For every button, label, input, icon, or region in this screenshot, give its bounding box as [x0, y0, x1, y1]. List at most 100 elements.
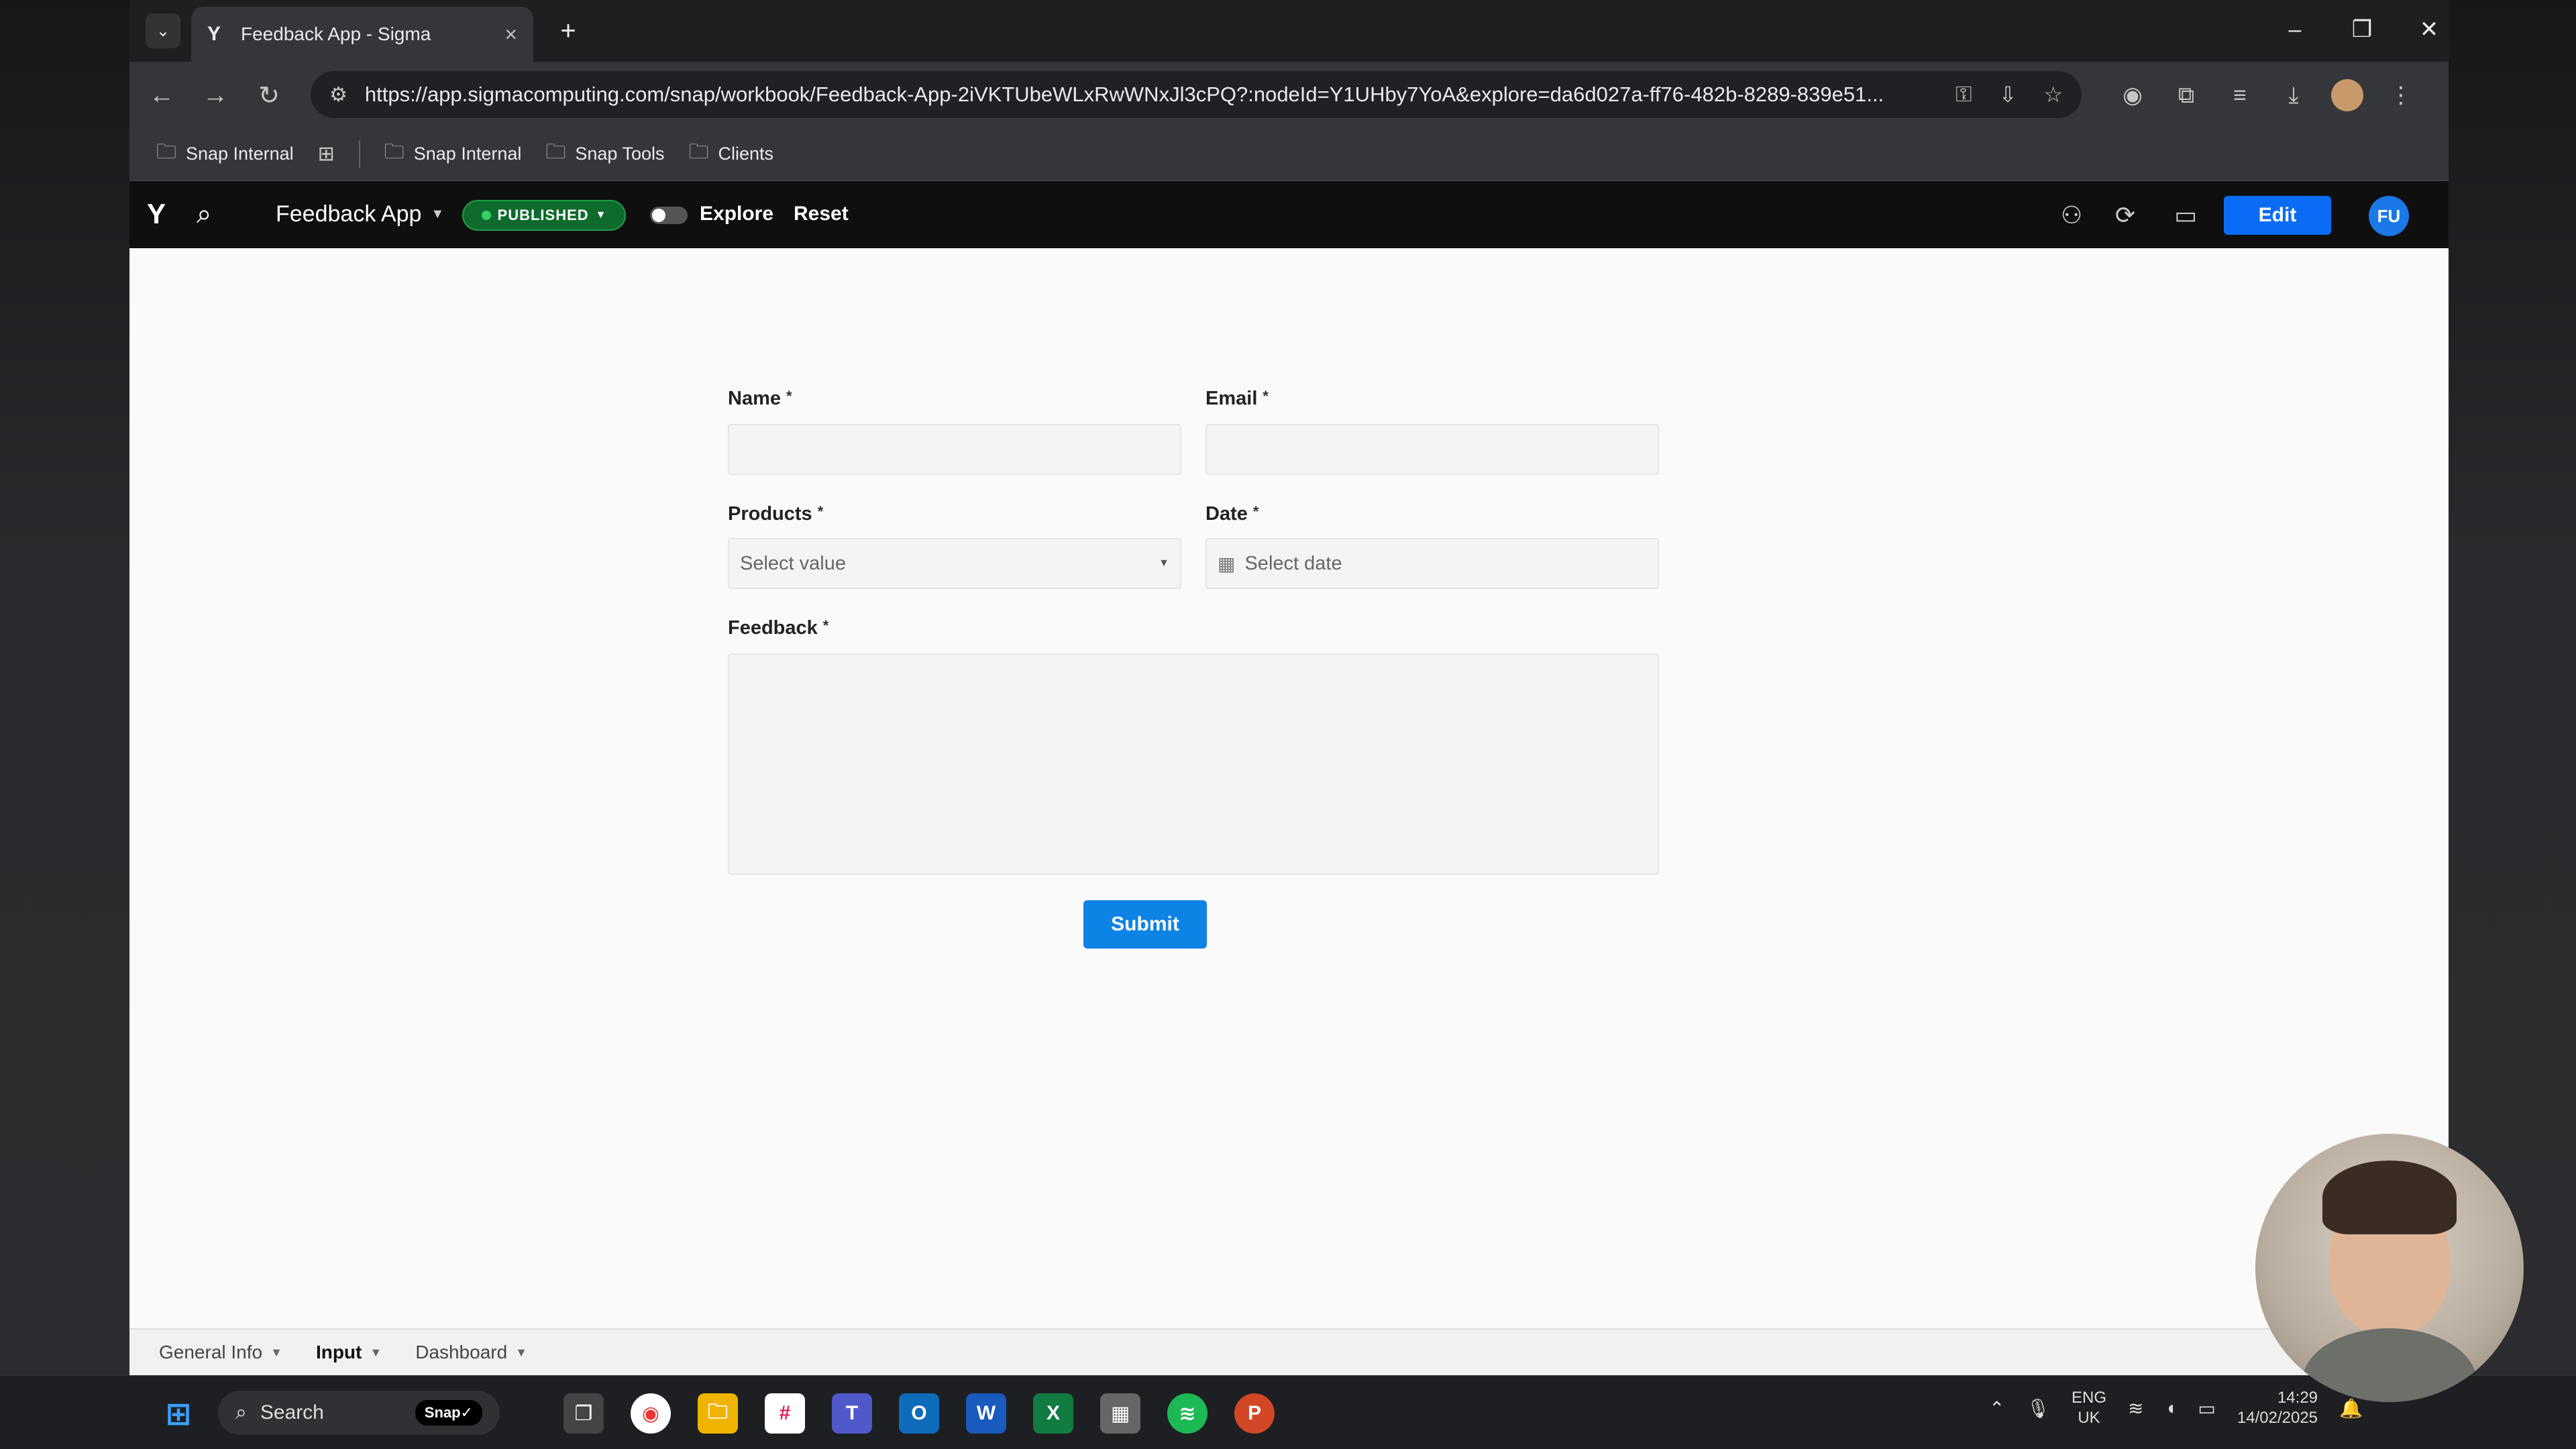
url-text[interactable]: https://app.sigmacomputing.com/snap/work…: [365, 83, 1935, 107]
submit-button[interactable]: Submit: [1083, 900, 1207, 949]
windows-taskbar: ⊞ ⌕ Search Snap✓ ❐ ◉ 🗀 # T O W X ▦ ≋ P ⌃…: [0, 1375, 2576, 1449]
avatar: [2331, 79, 2363, 111]
comment-icon[interactable]: ▭: [2169, 199, 2202, 232]
install-app-icon[interactable]: ⇩: [1999, 82, 2017, 107]
products-label: Products *: [728, 503, 824, 525]
task-view-icon[interactable]: ❐: [564, 1393, 604, 1434]
bookmarks-bar: 🗀 Snap Internal ⊞ 🗀 Snap Internal 🗀 Snap To…: [129, 127, 2449, 181]
email-input[interactable]: [1205, 424, 1659, 475]
browser-window: ⌄ Y Feedback App - Sigma × + – ❐ ✕ ← → ↻…: [129, 0, 2449, 1375]
folder-icon: 🗀: [545, 141, 566, 163]
browser-tabstrip: ⌄ Y Feedback App - Sigma × + – ❐ ✕: [129, 0, 2449, 62]
puzzle-icon[interactable]: ⧉: [2169, 78, 2204, 113]
close-window-button[interactable]: ✕: [2409, 11, 2449, 48]
windows-start-icon[interactable]: ⊞: [158, 1393, 199, 1434]
reset-button[interactable]: Reset: [794, 203, 849, 225]
language-indicator[interactable]: ENG UK: [2072, 1388, 2106, 1428]
apps-grid-icon[interactable]: ⊞: [318, 142, 335, 166]
profile-button[interactable]: [2330, 78, 2365, 113]
folder-icon: 🗀: [156, 141, 176, 163]
bookmark-snap-internal[interactable]: 🗀 Snap Internal: [156, 137, 294, 171]
workbook-canvas: Name * Email * Products * Select value ▼ Da…: [129, 248, 2449, 1328]
spotify-icon[interactable]: ≋: [1167, 1393, 1208, 1434]
email-label: Email *: [1205, 388, 1269, 409]
chrome-icon[interactable]: ◉: [631, 1393, 671, 1434]
extension-icon[interactable]: ◉: [2115, 78, 2150, 113]
name-input[interactable]: [728, 424, 1181, 475]
file-explorer-icon[interactable]: 🗀: [698, 1393, 738, 1434]
search-icon[interactable]: ⌕: [197, 199, 227, 229]
powerpoint-icon[interactable]: P: [1234, 1393, 1275, 1434]
star-icon[interactable]: ☆: [2043, 82, 2063, 107]
download-icon[interactable]: ⤓: [2276, 78, 2311, 113]
chevron-up-icon[interactable]: ⌃: [1989, 1397, 2004, 1419]
explore-toggle[interactable]: [650, 207, 688, 224]
browser-tab-active[interactable]: Y Feedback App - Sigma ×: [191, 7, 533, 62]
published-status-badge[interactable]: PUBLISHED ▼: [462, 200, 626, 231]
sigma-favicon-icon: Y: [207, 23, 221, 45]
tab-search-button[interactable]: ⌄: [146, 13, 180, 48]
wifi-icon[interactable]: ≋: [2128, 1397, 2143, 1419]
caret-down-icon: ▼: [1159, 557, 1169, 569]
new-tab-button[interactable]: +: [551, 13, 586, 48]
tab-input[interactable]: Input ▼: [316, 1342, 382, 1363]
restore-button[interactable]: ❐: [2342, 11, 2382, 48]
page-tabs-bar: General Info ▼ Input ▼ Dashboard ▼: [129, 1328, 2449, 1375]
menu-icon[interactable]: ⋮: [2383, 78, 2418, 113]
teams-icon[interactable]: T: [832, 1393, 872, 1434]
caret-down-icon: ▼: [595, 209, 607, 221]
chevron-down-icon: ⌄: [156, 21, 170, 40]
name-label: Name *: [728, 388, 792, 409]
bookmark-clients[interactable]: 🗀 Clients: [689, 137, 774, 171]
tab-title: Feedback App - Sigma: [241, 23, 431, 44]
tab-general-info[interactable]: General Info ▼: [159, 1342, 282, 1363]
slack-icon[interactable]: #: [765, 1393, 805, 1434]
explore-label[interactable]: Explore: [700, 203, 773, 225]
reload-button[interactable]: ↻: [250, 76, 288, 114]
refresh-icon[interactable]: ⟳: [2108, 199, 2142, 232]
date-picker[interactable]: ▦ Select date: [1205, 538, 1659, 589]
browser-toolbar: ← → ↻ ⚙ https://app.sigmacomputing.com/s…: [129, 62, 2449, 127]
user-avatar[interactable]: FU: [2369, 196, 2409, 236]
back-button[interactable]: ←: [143, 76, 180, 114]
feedback-textarea[interactable]: [728, 653, 1659, 875]
sigma-logo-icon[interactable]: Y: [147, 199, 178, 229]
date-placeholder: Select date: [1244, 552, 1342, 574]
share-user-icon[interactable]: ⚇: [2055, 199, 2088, 232]
address-bar[interactable]: ⚙ https://app.sigmacomputing.com/snap/wo…: [311, 71, 2082, 118]
feedback-label: Feedback *: [728, 617, 829, 639]
edit-button[interactable]: Edit: [2224, 196, 2331, 235]
sigma-app-header: Y ⌕ Feedback App ▼ PUBLISHED ▼ Explore R…: [129, 181, 2449, 248]
tab-dashboard[interactable]: Dashboard ▼: [415, 1342, 527, 1363]
caret-down-icon: ▼: [431, 207, 445, 221]
site-info-icon[interactable]: ⚙: [329, 83, 347, 107]
taskbar-search[interactable]: ⌕ Search Snap✓: [218, 1391, 500, 1435]
word-icon[interactable]: W: [966, 1393, 1006, 1434]
desktop-background-left: [0, 0, 129, 1449]
key-icon[interactable]: ⚿: [1955, 82, 1972, 107]
caret-down-icon: ▼: [370, 1345, 382, 1359]
media-icon[interactable]: ≡: [2222, 78, 2257, 113]
microphone-icon[interactable]: 🎙: [2026, 1397, 2050, 1419]
folder-icon: 🗀: [384, 141, 405, 163]
caret-down-icon: ▼: [270, 1345, 282, 1359]
outlook-icon[interactable]: O: [899, 1393, 939, 1434]
webcam-overlay: [2255, 1134, 2524, 1402]
minimize-button[interactable]: –: [2275, 11, 2315, 48]
calculator-icon[interactable]: ▦: [1100, 1393, 1140, 1434]
folder-icon: 🗀: [688, 141, 709, 163]
volume-icon[interactable]: ◖: [2165, 1397, 2177, 1419]
bookmark-snap-internal-folder[interactable]: 🗀 Snap Internal: [384, 137, 522, 171]
caret-down-icon: ▼: [515, 1345, 527, 1359]
bookmark-divider: [358, 140, 360, 168]
bookmark-snap-tools[interactable]: 🗀 Snap Tools: [545, 137, 664, 171]
snap-badge: Snap✓: [415, 1400, 482, 1426]
date-label: Date *: [1205, 503, 1259, 525]
products-select[interactable]: Select value ▼: [728, 538, 1181, 589]
excel-icon[interactable]: X: [1033, 1393, 1073, 1434]
workbook-name-menu[interactable]: Feedback App ▼: [276, 201, 444, 227]
forward-button[interactable]: →: [197, 76, 234, 114]
close-icon[interactable]: ×: [504, 22, 517, 47]
status-dot-icon: [481, 211, 491, 220]
battery-icon[interactable]: ▭: [2198, 1397, 2215, 1419]
